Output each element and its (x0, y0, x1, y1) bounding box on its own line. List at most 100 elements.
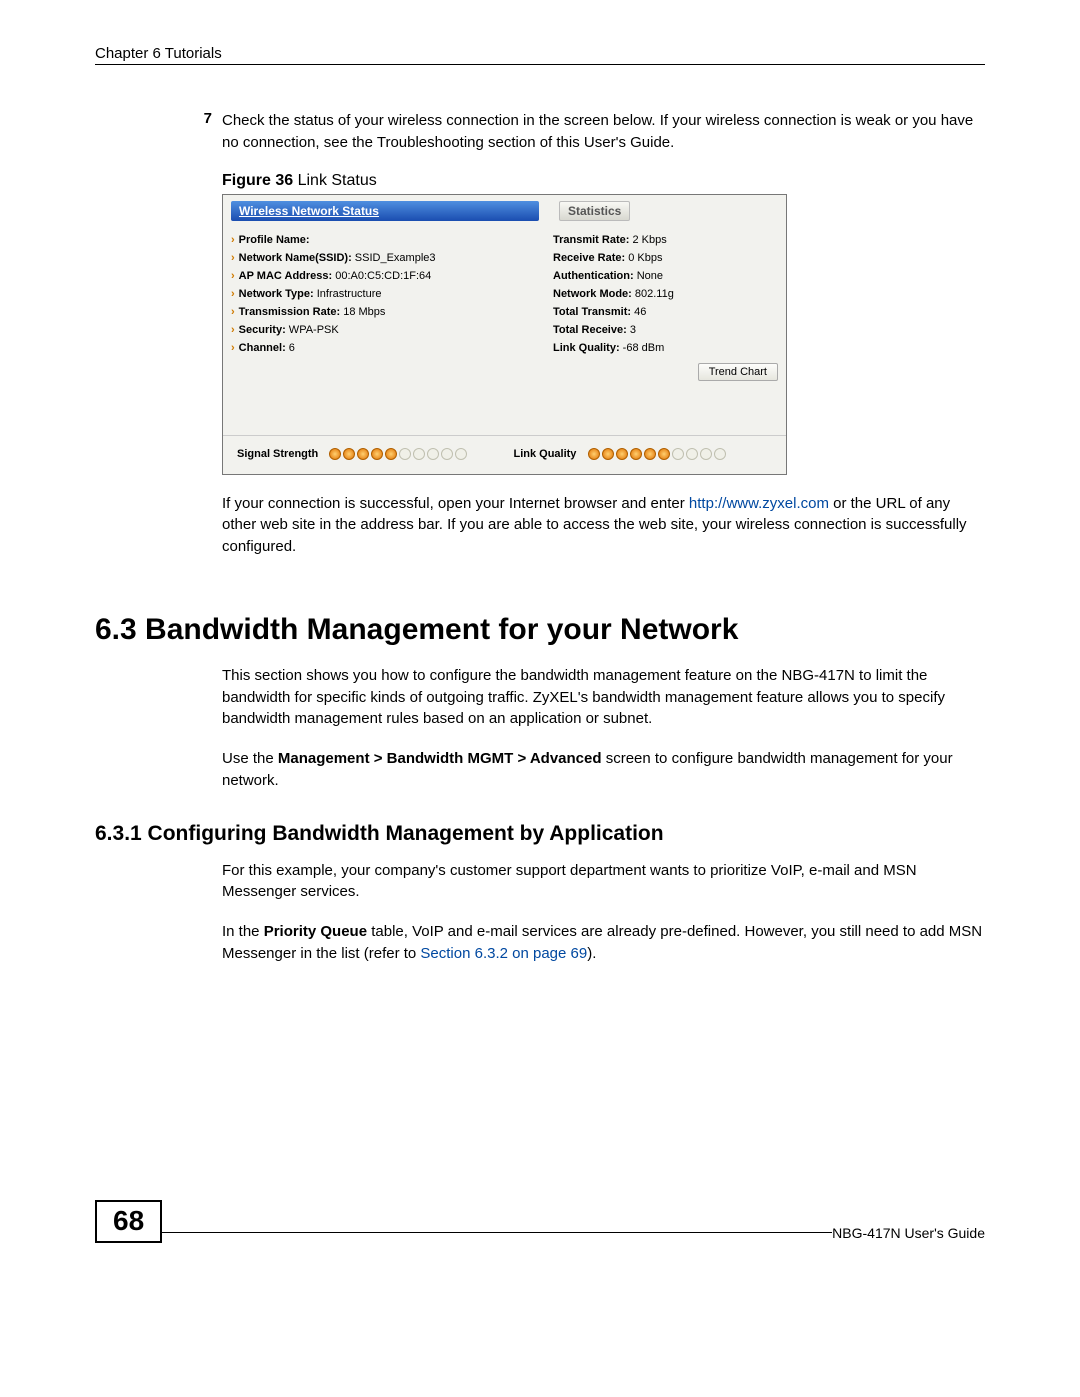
bullet-icon: › (231, 270, 235, 282)
link-status-figure: Wireless Network Status › Profile Name: ›… (222, 194, 787, 475)
kv-row: › AP MAC Address: 00:A0:C5:CD:1F:64 (231, 267, 539, 285)
meter-dot (385, 448, 397, 460)
kv-row: Transmit Rate: 2 Kbps (553, 231, 778, 249)
bullet-icon: › (231, 342, 235, 354)
section-6-3-1-heading: 6.3.1 Configuring Bandwidth Management b… (95, 822, 985, 846)
kv-value: -68 dBm (620, 342, 665, 354)
kv-key: Total Transmit: (553, 306, 631, 318)
kv-key: Network Name(SSID): (239, 252, 352, 264)
bullet-icon: › (231, 234, 235, 246)
sp2a: Use the (222, 750, 278, 767)
kv-key: Network Mode: (553, 288, 632, 300)
statistics-panel-title: Statistics (559, 201, 630, 221)
ssp2a: In the (222, 923, 264, 940)
meter-dot (441, 448, 453, 460)
meter-dot (427, 448, 439, 460)
kv-key: Profile Name: (239, 234, 310, 246)
kv-row: Authentication: None (553, 267, 778, 285)
meter-dot (357, 448, 369, 460)
kv-value: 3 (627, 324, 636, 336)
kv-key: Transmit Rate: (553, 234, 629, 246)
ssp2d: ). (587, 945, 596, 962)
meter-dot (602, 448, 614, 460)
meter-dot (329, 448, 341, 460)
figure-label-rest: Link Status (293, 172, 377, 189)
subsection-para2: In the Priority Queue table, VoIP and e-… (222, 921, 985, 965)
signal-strength-label: Signal Strength (237, 448, 318, 460)
chapter-header: Chapter 6 Tutorials (95, 45, 985, 65)
post-figure-paragraph: If your connection is successful, open y… (222, 493, 985, 558)
kv-row: › Network Name(SSID): SSID_Example3 (231, 249, 539, 267)
kv-row: › Profile Name: (231, 231, 539, 249)
kv-key: Transmission Rate: (239, 306, 340, 318)
kv-row: Total Transmit: 46 (553, 303, 778, 321)
meter-dot (644, 448, 656, 460)
figure-label-bold: Figure 36 (222, 172, 293, 189)
link-quality-meter (588, 448, 726, 460)
kv-row: › Channel: 6 (231, 339, 539, 357)
kv-value: SSID_Example3 (352, 252, 436, 264)
kv-value: 18 Mbps (340, 306, 385, 318)
bullet-icon: › (231, 324, 235, 336)
figure-caption: Figure 36 Link Status (222, 172, 985, 190)
kv-key: Receive Rate: (553, 252, 625, 264)
meter-dot (588, 448, 600, 460)
meter-dot (371, 448, 383, 460)
section-6-3-2-link[interactable]: Section 6.3.2 on page 69 (420, 945, 587, 962)
trend-chart-button[interactable]: Trend Chart (698, 363, 778, 381)
meter-dot (672, 448, 684, 460)
kv-row: Receive Rate: 0 Kbps (553, 249, 778, 267)
kv-key: Total Receive: (553, 324, 627, 336)
section-para2: Use the Management > Bandwidth MGMT > Ad… (222, 748, 985, 792)
meter-dot (714, 448, 726, 460)
subsection-para1: For this example, your company's custome… (222, 860, 985, 904)
kv-value: 0 Kbps (625, 252, 662, 264)
kv-row: Total Receive: 3 (553, 321, 778, 339)
kv-key: Link Quality: (553, 342, 620, 354)
meter-dot (686, 448, 698, 460)
kv-row: › Security: WPA-PSK (231, 321, 539, 339)
step-text: Check the status of your wireless connec… (222, 110, 985, 154)
link-quality-label: Link Quality (513, 448, 576, 460)
bullet-icon: › (231, 252, 235, 264)
priority-queue-bold: Priority Queue (264, 923, 367, 940)
section-para1: This section shows you how to configure … (222, 665, 985, 730)
kv-value: 6 (286, 342, 295, 354)
kv-row: Network Mode: 802.11g (553, 285, 778, 303)
step-number: 7 (180, 110, 222, 154)
signal-strength-meter (329, 448, 467, 460)
kv-key: Authentication: (553, 270, 634, 282)
kv-value: None (634, 270, 663, 282)
section-6-3-heading: 6.3 Bandwidth Management for your Networ… (95, 613, 985, 647)
meter-dot (630, 448, 642, 460)
footer-rule (162, 1232, 832, 1233)
meter-dot (399, 448, 411, 460)
kv-row: › Network Type: Infrastructure (231, 285, 539, 303)
meter-dot (658, 448, 670, 460)
pf-t1: If your connection is successful, open y… (222, 495, 689, 512)
kv-key: Channel: (239, 342, 286, 354)
wireless-status-panel-title: Wireless Network Status (231, 201, 539, 221)
meter-dot (343, 448, 355, 460)
meter-dot (700, 448, 712, 460)
bullet-icon: › (231, 306, 235, 318)
page-number: 68 (95, 1200, 162, 1243)
meter-dot (455, 448, 467, 460)
meter-dot (413, 448, 425, 460)
bullet-icon: › (231, 288, 235, 300)
footer-guide-name: NBG-417N User's Guide (832, 1225, 985, 1241)
kv-key: Network Type: (239, 288, 314, 300)
kv-value: 46 (631, 306, 646, 318)
zyxel-link[interactable]: http://www.zyxel.com (689, 495, 829, 512)
kv-row: › Transmission Rate: 18 Mbps (231, 303, 539, 321)
nav-path-bold: Management > Bandwidth MGMT > Advanced (278, 750, 602, 767)
kv-value: 802.11g (632, 288, 674, 300)
meter-dot (616, 448, 628, 460)
kv-value: 00:A0:C5:CD:1F:64 (332, 270, 431, 282)
kv-value: Infrastructure (314, 288, 382, 300)
kv-value: 2 Kbps (629, 234, 666, 246)
kv-value: WPA-PSK (286, 324, 339, 336)
kv-key: AP MAC Address: (239, 270, 333, 282)
kv-key: Security: (239, 324, 286, 336)
kv-row: Link Quality: -68 dBm (553, 339, 778, 357)
